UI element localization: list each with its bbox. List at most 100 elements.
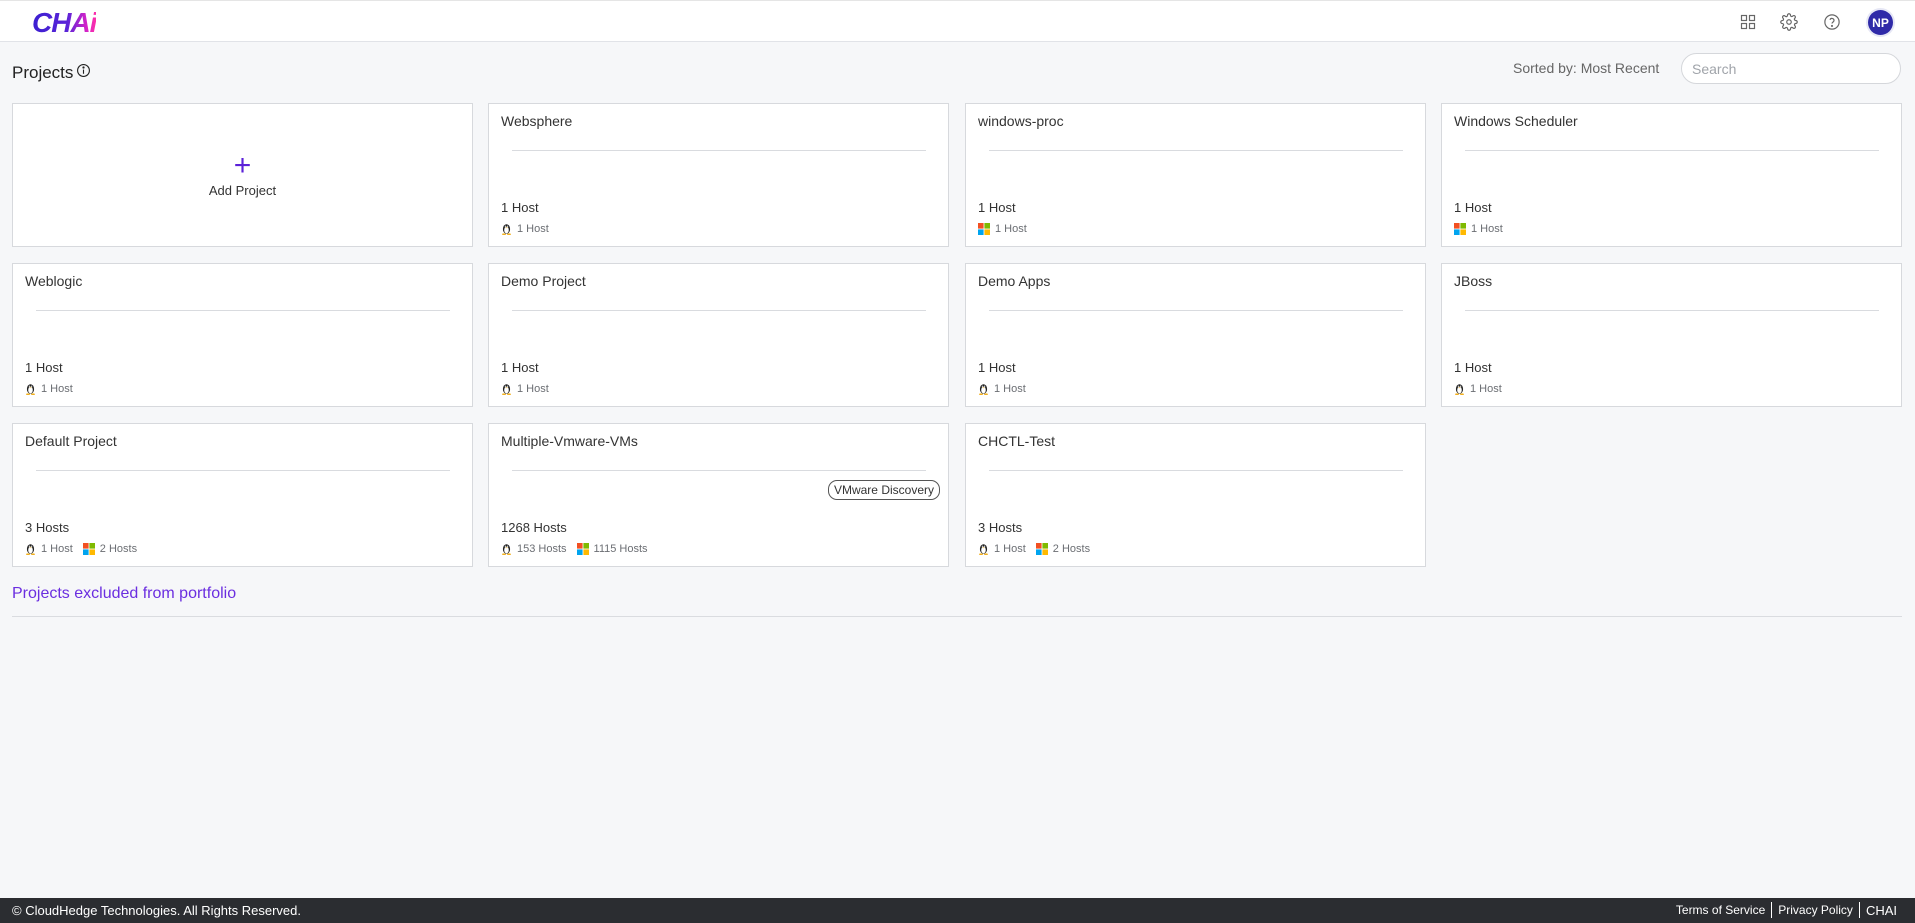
help-question-icon[interactable] — [1822, 12, 1842, 32]
footer-brand: CHAI — [1865, 902, 1897, 918]
privacy-policy-link[interactable]: Privacy Policy — [1772, 903, 1859, 917]
project-card[interactable]: Demo Apps 1 Host 1 Host — [965, 263, 1426, 407]
os-host-label: 1 Host — [517, 383, 549, 395]
footer: © CloudHedge Technologies. All Rights Re… — [0, 898, 1915, 923]
apps-grid-icon[interactable] — [1738, 12, 1758, 32]
project-name: windows-proc — [978, 113, 1064, 129]
os-host-label: 1 Host — [1470, 383, 1502, 395]
info-icon[interactable] — [76, 63, 91, 78]
os-host-count: 1 Host — [1454, 383, 1502, 395]
os-host-count: 1 Host — [501, 383, 549, 395]
host-count: 1 Host — [501, 200, 539, 215]
project-card[interactable]: JBoss 1 Host 1 Host — [1441, 263, 1902, 407]
project-name: Demo Apps — [978, 273, 1051, 289]
sort-selector[interactable]: Sorted by: Most Recent — [1513, 60, 1659, 76]
project-card[interactable]: Default Project 3 Hosts 1 Host 2 Hosts — [12, 423, 473, 567]
plus-icon: + — [233, 148, 252, 182]
chai-logo[interactable]: CHAi — [32, 7, 97, 39]
os-host-count: 153 Hosts — [501, 543, 567, 555]
windows-icon — [1454, 223, 1471, 235]
os-host-count: 1 Host — [978, 223, 1027, 235]
card-divider — [36, 310, 450, 311]
card-divider — [989, 150, 1403, 151]
card-divider — [989, 310, 1403, 311]
terms-of-service-link[interactable]: Terms of Service — [1670, 903, 1771, 917]
add-project-label: Add Project — [208, 182, 277, 198]
card-divider — [512, 150, 926, 151]
discovery-badge: VMware Discovery — [827, 480, 940, 500]
windows-icon — [82, 543, 100, 555]
project-name: Websphere — [501, 113, 573, 129]
host-count: 1 Host — [1454, 200, 1492, 215]
top-navbar: CHAi NP — [0, 0, 1915, 42]
add-project-card[interactable]: + Add Project — [12, 103, 473, 247]
windows-icon — [978, 223, 995, 235]
os-host-label: 1 Host — [41, 383, 73, 395]
host-count: 1268 Hosts — [501, 520, 567, 535]
settings-gear-icon[interactable] — [1779, 12, 1799, 32]
project-name: Demo Project — [501, 273, 586, 289]
linux-icon — [1454, 383, 1470, 395]
os-breakdown: 1 Host — [1454, 383, 1512, 395]
host-count: 1 Host — [501, 360, 539, 375]
os-breakdown: 1 Host — [978, 223, 1037, 235]
os-host-count: 1 Host — [25, 383, 73, 395]
project-card[interactable]: CHCTL-Test 3 Hosts 1 Host 2 Hosts — [965, 423, 1426, 567]
os-host-count: 2 Hosts — [1035, 543, 1091, 555]
project-name: Windows Scheduler — [1454, 113, 1578, 129]
os-host-label: 1115 Hosts — [593, 543, 648, 555]
os-breakdown: 1 Host — [1454, 223, 1513, 235]
linux-icon — [978, 383, 994, 395]
os-breakdown: 1 Host — [501, 383, 559, 395]
host-count: 3 Hosts — [978, 520, 1023, 535]
linux-icon — [25, 543, 41, 555]
project-card[interactable]: Multiple-Vmware-VMs VMware Discovery 1268 … — [488, 423, 949, 567]
os-host-count: 1 Host — [978, 383, 1026, 395]
project-name: Weblogic — [25, 273, 83, 289]
project-card[interactable]: Demo Project 1 Host 1 Host — [488, 263, 949, 407]
project-card[interactable]: Windows Scheduler 1 Host 1 Host — [1441, 103, 1902, 247]
search-input[interactable] — [1681, 53, 1901, 84]
linux-icon — [501, 223, 517, 235]
os-host-count: 1 Host — [978, 543, 1026, 555]
project-name: Multiple-Vmware-VMs — [501, 433, 638, 449]
os-breakdown: 153 Hosts 1115 Hosts — [501, 543, 658, 555]
os-host-label: 1 Host — [517, 223, 549, 235]
linux-icon — [501, 543, 517, 555]
project-card[interactable]: Websphere 1 Host 1 Host — [488, 103, 949, 247]
user-avatar[interactable]: NP — [1868, 10, 1893, 35]
project-card[interactable]: windows-proc 1 Host 1 Host — [965, 103, 1426, 247]
os-host-label: 153 Hosts — [517, 543, 567, 555]
section-divider — [12, 616, 1902, 617]
os-host-label: 1 Host — [1471, 223, 1503, 235]
linux-icon — [978, 543, 994, 555]
os-breakdown: 1 Host 2 Hosts — [25, 543, 147, 555]
os-host-label: 1 Host — [994, 383, 1026, 395]
os-breakdown: 1 Host — [501, 223, 559, 235]
os-host-count: 2 Hosts — [82, 543, 137, 555]
os-host-label: 1 Host — [994, 543, 1026, 555]
os-host-count: 1115 Hosts — [576, 543, 648, 555]
os-host-count: 1 Host — [25, 543, 73, 555]
os-host-label: 2 Hosts — [1052, 543, 1091, 555]
os-breakdown: 1 Host 2 Hosts — [978, 543, 1100, 555]
page-title: Projects — [12, 63, 74, 82]
os-breakdown: 1 Host — [978, 383, 1036, 395]
card-divider — [512, 310, 926, 311]
os-host-label: 1 Host — [995, 223, 1027, 235]
host-count: 1 Host — [1454, 360, 1492, 375]
host-count: 3 Hosts — [25, 520, 70, 535]
excluded-projects-link[interactable]: Projects excluded from portfolio — [12, 585, 236, 603]
card-divider — [989, 470, 1403, 471]
host-count: 1 Host — [978, 360, 1016, 375]
os-host-label: 1 Host — [41, 543, 73, 555]
project-name: JBoss — [1454, 273, 1493, 289]
host-count: 1 Host — [978, 200, 1016, 215]
card-divider — [512, 470, 926, 471]
project-card[interactable]: Weblogic 1 Host 1 Host — [12, 263, 473, 407]
card-divider — [1465, 310, 1879, 311]
copyright-text: © CloudHedge Technologies. All Rights Re… — [12, 903, 302, 918]
os-host-count: 1 Host — [501, 223, 549, 235]
os-breakdown: 1 Host — [25, 383, 83, 395]
windows-icon — [576, 543, 594, 555]
